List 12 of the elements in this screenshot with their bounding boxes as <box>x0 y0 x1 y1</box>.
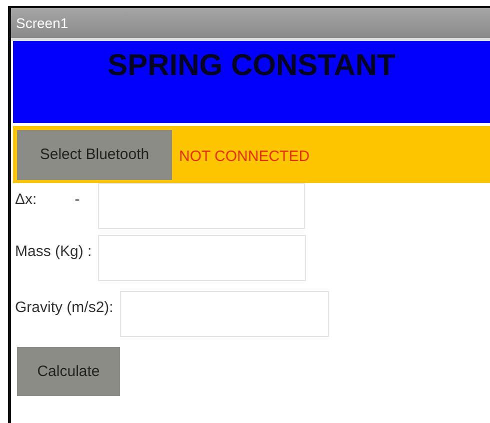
app-title: SPRING CONSTANT <box>108 49 396 83</box>
select-bluetooth-button[interactable]: Select Bluetooth <box>17 130 172 180</box>
calculate-button[interactable]: Calculate <box>17 347 120 396</box>
field-label: Δx: <box>15 191 37 208</box>
window-title: Screen1 <box>11 8 490 41</box>
input-field[interactable] <box>98 235 306 281</box>
connection-status: NOT CONNECTED <box>179 148 310 165</box>
field-label: Mass (Kg) : <box>15 243 92 260</box>
input-field[interactable] <box>98 183 305 229</box>
minus-sign: - <box>74 191 80 208</box>
field-label: Gravity (m/s2): <box>15 299 114 316</box>
input-field[interactable] <box>120 291 330 337</box>
